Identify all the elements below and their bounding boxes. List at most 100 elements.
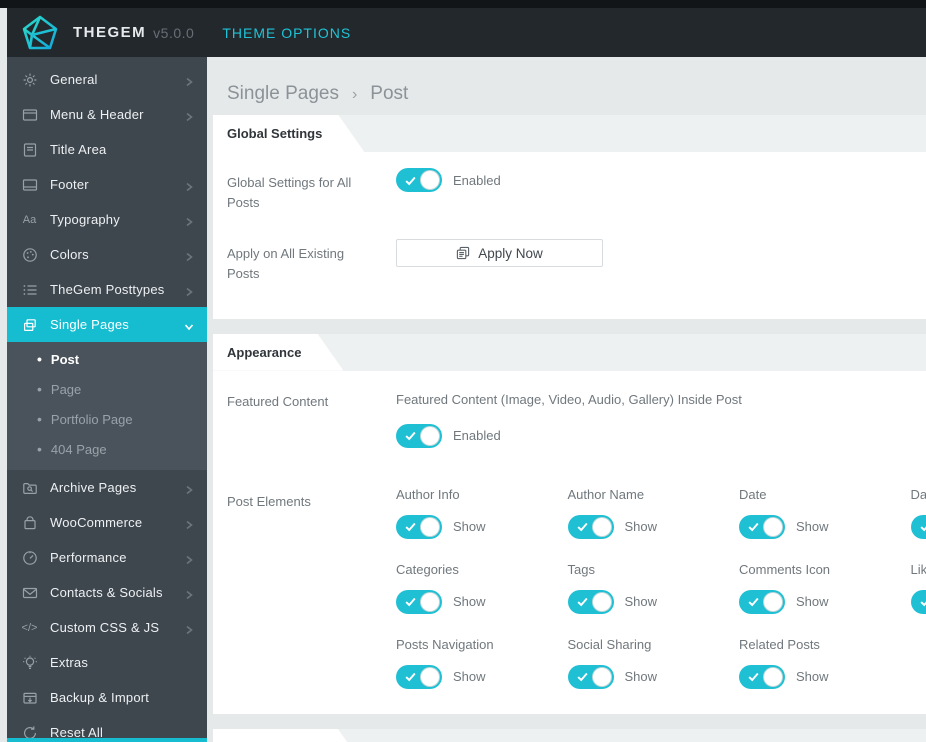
submenu-item-post[interactable]: • Post bbox=[7, 344, 207, 374]
chevron-down-icon bbox=[184, 320, 194, 330]
author-name-toggle[interactable] bbox=[567, 514, 614, 539]
chevron-right-icon bbox=[184, 483, 194, 494]
global-settings-for-all-posts-toggle[interactable] bbox=[396, 168, 442, 192]
sidebar-item-menu-header[interactable]: Menu & Header bbox=[7, 97, 207, 132]
submenu-item-label: 404 Page bbox=[50, 441, 107, 457]
sidebar-item-archive-pages[interactable]: Archive Pages bbox=[7, 470, 207, 505]
related-posts-toggle[interactable] bbox=[739, 664, 785, 689]
check-icon bbox=[576, 597, 588, 607]
submenu-item-portfolio-page[interactable]: • Portfolio Page bbox=[7, 404, 207, 434]
sidebar-item-label: Colors bbox=[50, 247, 89, 262]
post-element-author-info: Author Info Show bbox=[396, 487, 568, 539]
submenu-item-label: Post bbox=[50, 351, 80, 367]
breadcrumb-separator: › bbox=[351, 86, 358, 103]
toggle-state-label: Show bbox=[453, 594, 486, 610]
post-element-categories: Categories Show bbox=[396, 562, 568, 614]
breadcrumb-parent[interactable]: Single Pages bbox=[227, 83, 339, 105]
sidebar-item-thegem-posttypes[interactable]: TheGem Posttypes bbox=[7, 272, 207, 307]
toggle-knob bbox=[591, 666, 612, 687]
post-element-related-posts: Related Posts Show bbox=[739, 637, 911, 689]
post-element-label: Date bbox=[910, 486, 926, 502]
post-element-comments-icon: Comments Icon Show bbox=[739, 562, 911, 614]
typography-icon: Aa bbox=[22, 213, 37, 226]
chevron-right-icon bbox=[184, 285, 194, 296]
gear-icon bbox=[21, 71, 38, 88]
sidebar-item-label: Single Pages bbox=[50, 317, 130, 332]
toggle-state-label: Show bbox=[796, 594, 829, 610]
sidebar-item-woocommerce[interactable]: WooCommerce bbox=[7, 505, 207, 540]
sidebar-item-typography[interactable]: Aa Typography bbox=[7, 202, 207, 237]
sidebar-item-backup-import[interactable]: Backup & Import bbox=[7, 680, 207, 715]
chevron-right-icon bbox=[184, 623, 194, 634]
mail-icon bbox=[21, 584, 38, 601]
check-icon bbox=[748, 597, 759, 607]
check-icon bbox=[919, 525, 926, 532]
section-title-menu-header: Menu & Header bbox=[213, 729, 364, 742]
chevron-right-icon bbox=[184, 553, 194, 564]
sidebar-item-custom-css-js[interactable]: </> Custom CSS & JS bbox=[7, 610, 207, 645]
sidebar-item-single-pages[interactable]: Single Pages bbox=[7, 307, 207, 342]
post-element-label: Tags bbox=[567, 561, 595, 577]
sidebar-item-general[interactable]: General bbox=[7, 62, 207, 97]
posttypes-icon bbox=[21, 281, 38, 298]
sidebar-item-label: TheGem Posttypes bbox=[50, 282, 165, 297]
theme-options-link[interactable]: THEME OPTIONS bbox=[222, 25, 351, 41]
chevron-right-icon bbox=[184, 588, 194, 599]
check-icon bbox=[405, 522, 416, 532]
check-icon bbox=[748, 672, 759, 682]
toggle-state-label: Enabled bbox=[453, 172, 501, 188]
post-element-date: DateShow bbox=[910, 486, 926, 539]
sidebar-item-label: WooCommerce bbox=[50, 515, 143, 530]
submenu-item-page[interactable]: • Page bbox=[7, 374, 207, 404]
tags-toggle[interactable] bbox=[567, 589, 614, 614]
section-title-appearance: Appearance bbox=[213, 334, 343, 371]
toggle-state-label: Show bbox=[624, 669, 658, 685]
toggle-state-label: Show bbox=[624, 519, 658, 535]
post-element-label: Related Posts bbox=[739, 636, 820, 652]
toggle-knob bbox=[420, 666, 440, 687]
posts-navigation-toggle[interactable] bbox=[396, 664, 442, 689]
comments-icon-toggle[interactable] bbox=[739, 589, 785, 614]
sidebar-item-performance[interactable]: Performance bbox=[7, 540, 207, 575]
apply-now-button[interactable]: Apply Now bbox=[396, 239, 603, 268]
sidebar-item-colors[interactable]: Colors bbox=[7, 237, 207, 272]
post-element-label: Date bbox=[739, 486, 767, 502]
post-elements-row: Categories Show Tags Show Comments Icon Show L… bbox=[396, 562, 926, 614]
post-element-label: Author Name bbox=[567, 486, 645, 502]
section-title-global-settings: Global Settings bbox=[213, 115, 364, 152]
post-element-social-sharing: Social Sharing Show bbox=[567, 636, 740, 689]
code-icon: </> bbox=[21, 621, 38, 634]
sidebar-item-footer[interactable]: Footer bbox=[7, 167, 207, 202]
date-toggle[interactable] bbox=[910, 514, 926, 539]
post-element-label: Social Sharing bbox=[567, 636, 652, 652]
sidebar-submenu: • Post • Page • Portfolio Page • 404 Page bbox=[7, 342, 207, 470]
submenu-item-label: Page bbox=[50, 381, 82, 397]
categories-toggle[interactable] bbox=[396, 589, 442, 614]
toggle-knob bbox=[420, 591, 440, 612]
date-toggle[interactable] bbox=[739, 514, 785, 539]
social-sharing-toggle[interactable] bbox=[567, 664, 614, 689]
check-icon bbox=[405, 431, 416, 441]
post-element-label: Comments Icon bbox=[739, 561, 831, 577]
post-element-label: Posts Navigation bbox=[396, 636, 494, 652]
gauge-icon bbox=[21, 549, 38, 566]
sidebar-item-label: General bbox=[50, 72, 98, 87]
submenu-item-label: Portfolio Page bbox=[50, 411, 133, 427]
featured-content-toggle[interactable] bbox=[396, 423, 442, 448]
post-element-label: Author Info bbox=[396, 486, 460, 502]
sidebar-item-title-area[interactable]: Title Area bbox=[7, 132, 207, 167]
sidebar-item-label: Archive Pages bbox=[50, 480, 137, 495]
sidebar-item-contacts-socials[interactable]: Contacts & Socials bbox=[7, 575, 207, 610]
toggle-state-label: Enabled bbox=[453, 428, 501, 444]
post-element-label: Likes bbox=[910, 561, 926, 577]
sidebar-item-label: Backup & Import bbox=[50, 690, 150, 705]
section-tab-row: Appearance bbox=[213, 333, 926, 371]
likes-toggle[interactable] bbox=[910, 589, 926, 614]
bullet-icon: • bbox=[37, 381, 42, 397]
post-element-likes: LikesShow bbox=[910, 561, 926, 614]
toggle-knob bbox=[420, 516, 440, 537]
submenu-item-404-page[interactable]: • 404 Page bbox=[7, 434, 207, 464]
author-info-toggle[interactable] bbox=[396, 514, 442, 539]
check-icon bbox=[405, 597, 416, 607]
sidebar-item-extras[interactable]: Extras bbox=[7, 645, 207, 680]
